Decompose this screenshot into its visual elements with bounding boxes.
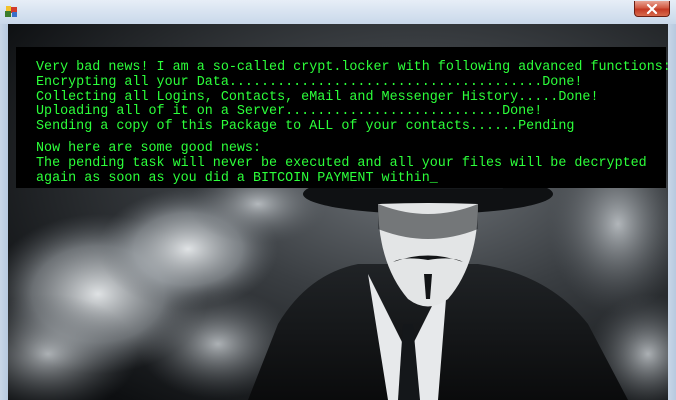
window-frame-left <box>0 24 8 400</box>
terminal-line: Encrypting all your Data................… <box>36 74 583 90</box>
ransomware-window: Very bad news! I am a so-called crypt.lo… <box>0 0 676 400</box>
terminal-line: Very bad news! I am a so-called crypt.lo… <box>36 60 668 75</box>
title-bar[interactable] <box>0 0 676 25</box>
close-icon <box>646 3 658 14</box>
content-area: Very bad news! I am a so-called crypt.lo… <box>8 24 668 400</box>
close-button[interactable] <box>634 1 670 17</box>
terminal-line: Collecting all Logins, Contacts, eMail a… <box>36 89 599 105</box>
app-icon <box>5 6 17 17</box>
terminal-line: The pending task will never be executed … <box>36 155 647 171</box>
terminal-panel: Very bad news! I am a so-called crypt.lo… <box>16 47 668 188</box>
terminal-line: Now here are some good news: <box>36 140 261 156</box>
terminal-line: again as soon as you did a BITCOIN PAYME… <box>36 170 438 186</box>
terminal-line: Uploading all of it on a Server.........… <box>36 104 543 120</box>
terminal-line: Sending a copy of this Package to ALL of… <box>36 119 575 135</box>
window-frame-right <box>668 24 676 400</box>
